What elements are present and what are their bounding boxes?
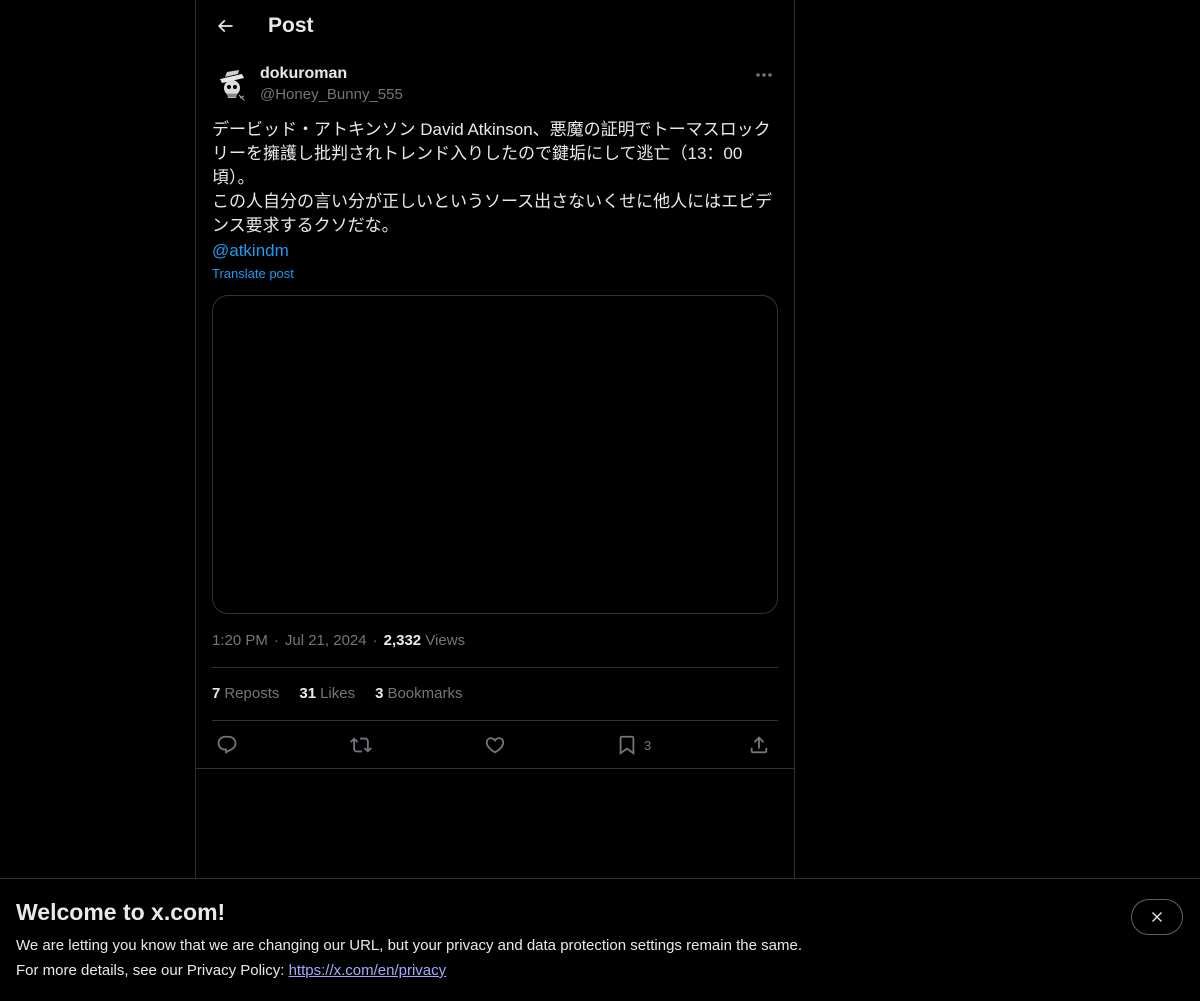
action-bar: 3 bbox=[212, 728, 778, 762]
reposts-label: Reposts bbox=[224, 685, 280, 702]
likes-count: 31 bbox=[299, 685, 317, 702]
bookmarks-count: 3 bbox=[375, 685, 384, 702]
meta-separator: · bbox=[273, 632, 279, 649]
author-row: dokuroman @Honey_Bunny_555 bbox=[212, 63, 778, 111]
bookmarks-label: Bookmarks bbox=[387, 685, 463, 702]
page-title: Post bbox=[268, 14, 314, 37]
reposts-stat[interactable]: 7 Reposts bbox=[212, 685, 279, 702]
reply-icon bbox=[217, 735, 237, 754]
primary-column: Post dokuroman @Honey_Bunny_555 デービッド・アト… bbox=[195, 0, 795, 1000]
display-name[interactable]: dokuroman bbox=[260, 65, 347, 83]
likes-stat[interactable]: 31 Likes bbox=[299, 685, 355, 702]
back-button[interactable] bbox=[208, 9, 242, 43]
likes-label: Likes bbox=[320, 685, 356, 702]
banner-privacy-line: For more details, see our Privacy Policy… bbox=[16, 962, 446, 979]
reposts-count: 7 bbox=[212, 685, 221, 702]
post-text: デービッド・アトキンソン David Atkinson、悪魔の証明でトーマスロッ… bbox=[212, 120, 773, 235]
avatar[interactable] bbox=[212, 65, 252, 105]
divider bbox=[212, 667, 778, 668]
more-dots-icon bbox=[756, 73, 772, 77]
engagement-stats: 7 Reposts 31 Likes 3 Bookmarks bbox=[212, 685, 462, 702]
repost-icon bbox=[350, 737, 372, 753]
share-icon bbox=[750, 736, 768, 754]
close-icon bbox=[1152, 912, 1162, 922]
mention-link[interactable]: @atkindm bbox=[212, 239, 289, 263]
post-meta: 1:20 PM · Jul 21, 2024 · 2,332 Views bbox=[212, 632, 465, 649]
like-icon bbox=[485, 737, 505, 754]
bookmark-button[interactable]: 3 bbox=[616, 732, 651, 758]
meta-separator: · bbox=[372, 632, 378, 649]
welcome-banner: Welcome to x.com! We are letting you kno… bbox=[0, 878, 1200, 1001]
post-time[interactable]: 1:20 PM bbox=[212, 632, 268, 649]
divider bbox=[212, 720, 778, 721]
post-media[interactable] bbox=[212, 295, 778, 614]
translate-post-link[interactable]: Translate post bbox=[212, 266, 294, 281]
skull-hat-avatar-icon bbox=[212, 65, 252, 105]
post-date[interactable]: Jul 21, 2024 bbox=[285, 632, 367, 649]
reply-button[interactable] bbox=[216, 732, 238, 758]
banner-message: We are letting you know that we are chan… bbox=[16, 937, 802, 954]
views-label: Views bbox=[425, 632, 466, 649]
bookmark-icon bbox=[619, 735, 635, 756]
repost-button[interactable] bbox=[350, 732, 372, 758]
top-bar: Post bbox=[196, 0, 794, 53]
divider bbox=[196, 768, 794, 769]
bookmark-count: 3 bbox=[644, 737, 652, 753]
user-handle[interactable]: @Honey_Bunny_555 bbox=[260, 86, 403, 103]
privacy-policy-link[interactable]: https://x.com/en/privacy bbox=[289, 962, 447, 979]
bookmarks-stat[interactable]: 3 Bookmarks bbox=[375, 685, 462, 702]
views-count: 2,332 bbox=[383, 632, 422, 649]
banner-title: Welcome to x.com! bbox=[16, 899, 226, 925]
banner-privacy-prefix: For more details, see our Privacy Policy… bbox=[16, 962, 289, 979]
close-banner-button[interactable] bbox=[1131, 899, 1183, 935]
like-button[interactable] bbox=[484, 732, 506, 758]
more-options-button[interactable] bbox=[750, 65, 778, 85]
share-button[interactable] bbox=[748, 732, 770, 758]
back-arrow-icon bbox=[217, 19, 233, 33]
